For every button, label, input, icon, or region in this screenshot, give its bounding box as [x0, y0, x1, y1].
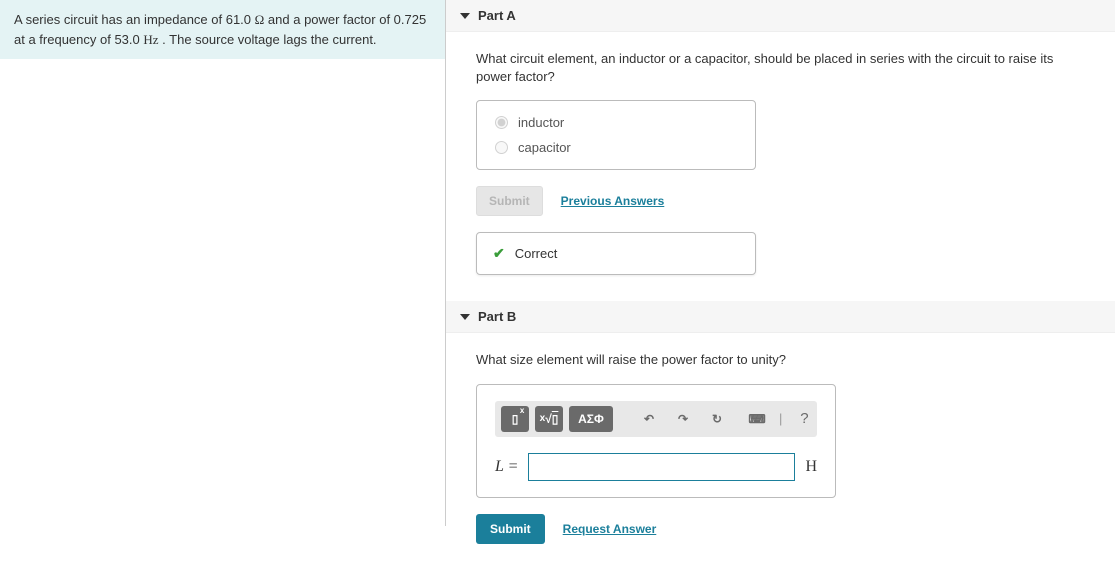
equation-input[interactable]	[528, 453, 795, 481]
correct-label: Correct	[515, 246, 558, 261]
part-b-actions: Submit Request Answer	[476, 514, 1085, 544]
part-b-submit-button[interactable]: Submit	[476, 514, 545, 544]
part-b-title: Part B	[478, 309, 516, 324]
radio-inductor[interactable]	[495, 116, 508, 129]
problem-panel: A series circuit has an impedance of 61.…	[0, 0, 445, 526]
equation-lhs: L =	[495, 458, 518, 476]
part-a-header[interactable]: Part A	[446, 0, 1115, 32]
answer-panel: Part A What circuit element, an inductor…	[445, 0, 1115, 526]
radio-capacitor[interactable]	[495, 141, 508, 154]
problem-text-3: . The source voltage lags the current.	[159, 32, 377, 47]
part-b-body: What size element will raise the power f…	[446, 333, 1115, 569]
part-a-options: inductor capacitor	[476, 100, 756, 170]
part-a-submit-button: Submit	[476, 186, 543, 216]
sqrt-button[interactable]: x√▯	[535, 406, 563, 432]
redo-button[interactable]: ↷	[669, 406, 697, 432]
check-icon: ✔	[493, 245, 505, 262]
request-answer-link[interactable]: Request Answer	[563, 522, 657, 536]
equation-editor: ▯x x√▯ ΑΣΦ ↶ ↷ ↻ ⌨ | ? L = H	[476, 384, 836, 498]
undo-button[interactable]: ↶	[635, 406, 663, 432]
part-b-header[interactable]: Part B	[446, 301, 1115, 333]
correct-feedback: ✔ Correct	[476, 232, 756, 275]
part-a-question: What circuit element, an inductor or a c…	[476, 50, 1085, 86]
part-a-actions: Submit Previous Answers	[476, 186, 1085, 216]
reset-button[interactable]: ↻	[703, 406, 731, 432]
unit-ohm: Ω	[255, 12, 265, 27]
previous-answers-link[interactable]: Previous Answers	[561, 194, 665, 208]
help-button[interactable]: ?	[790, 406, 818, 432]
toolbar-separator: |	[779, 411, 782, 426]
caret-down-icon	[460, 13, 470, 19]
equation-unit: H	[805, 458, 817, 476]
option-inductor[interactable]: inductor	[495, 115, 737, 130]
unit-hz: Hz	[143, 32, 158, 47]
problem-text-1: A series circuit has an impedance of 61.…	[14, 12, 255, 27]
caret-down-icon	[460, 314, 470, 320]
option-capacitor[interactable]: capacitor	[495, 140, 737, 155]
part-a-title: Part A	[478, 8, 516, 23]
templates-button[interactable]: ▯x	[501, 406, 529, 432]
part-a-body: What circuit element, an inductor or a c…	[446, 32, 1115, 301]
option-capacitor-label: capacitor	[518, 140, 571, 155]
problem-statement: A series circuit has an impedance of 61.…	[0, 0, 445, 59]
part-b-question: What size element will raise the power f…	[476, 351, 1085, 369]
option-inductor-label: inductor	[518, 115, 564, 130]
keyboard-button[interactable]: ⌨	[743, 406, 771, 432]
equation-toolbar: ▯x x√▯ ΑΣΦ ↶ ↷ ↻ ⌨ | ?	[495, 401, 817, 437]
greek-button[interactable]: ΑΣΦ	[569, 406, 613, 432]
equation-line: L = H	[495, 453, 817, 481]
